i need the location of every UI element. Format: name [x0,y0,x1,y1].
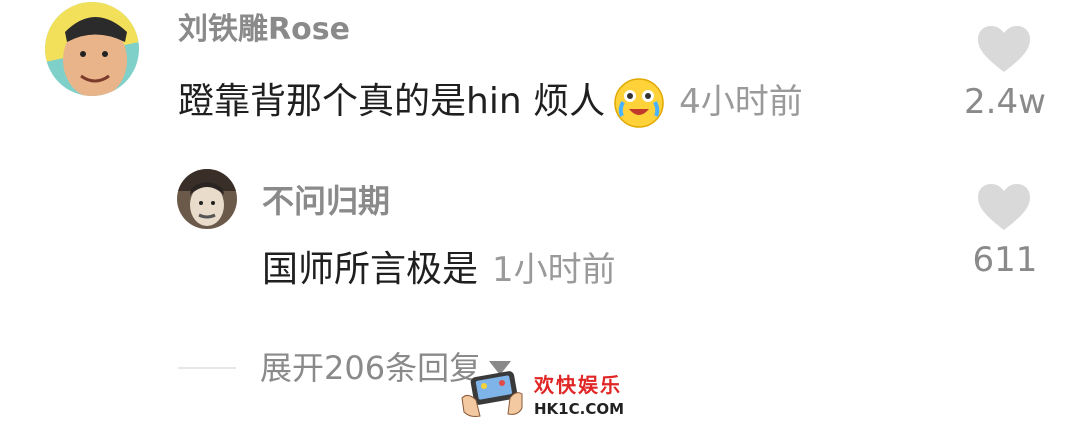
watermark-chinese: 欢快娱乐 [534,373,622,397]
expand-replies-label: 展开206条回复 [260,349,482,387]
comment-text: 蹬靠背那个真的是hin 烦人 [178,81,606,122]
comment-username[interactable]: 刘铁雕Rose [178,10,350,50]
watermark-logo-icon [458,368,526,420]
like-heart-icon[interactable] [976,24,1032,74]
comment-timestamp: 4小时前 [679,82,803,122]
comment-body: 蹬靠背那个真的是hin 烦人 4小时前 [178,76,803,128]
reply-timestamp: 1小时前 [492,250,616,290]
comment-like-count: 2.4w [964,82,1046,122]
reply-like-heart-icon[interactable] [976,182,1032,232]
reply-body: 国师所言极是 1小时前 [262,246,616,294]
avatar-comment-author[interactable] [45,2,139,96]
laughing-tears-emoji-icon [613,76,665,128]
watermark-domain: HK1C.COM [534,400,625,418]
reply-username[interactable]: 不问归期 [262,180,390,222]
reply-text: 国师所言极是 [262,249,479,290]
avatar-reply-author[interactable] [177,169,237,229]
expand-divider [178,367,236,369]
reply-like-count: 611 [972,240,1038,280]
